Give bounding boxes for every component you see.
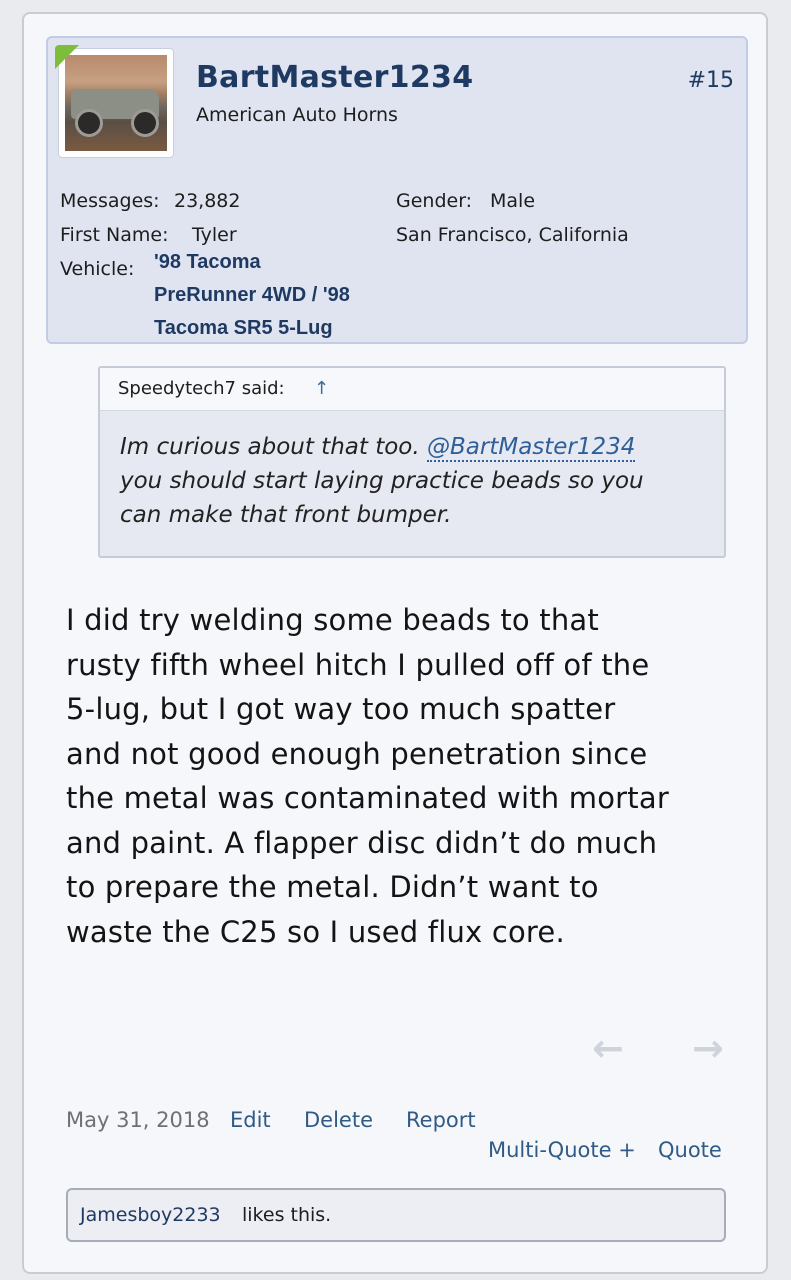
- avatar[interactable]: [55, 45, 174, 158]
- gender-label: Gender:: [396, 190, 473, 212]
- multi-quote-link[interactable]: Multi-Quote +: [488, 1138, 636, 1162]
- vehicle-line: Tacoma SR5 5-Lug: [154, 317, 333, 339]
- quote-text-start: Im curious about that too.: [120, 434, 427, 460]
- quote-line: can make that front bumper.: [120, 502, 452, 528]
- message-line: and not good enough penetration since: [66, 736, 648, 771]
- quote-line: you should start laying practice beads s…: [120, 468, 644, 494]
- vehicle-label: Vehicle:: [60, 258, 135, 280]
- message-line: to prepare the metal. Didn’t want to: [66, 870, 599, 904]
- message-line: and paint. A flapper disc didn’t do much: [66, 825, 658, 860]
- username[interactable]: BartMaster1234: [196, 60, 473, 95]
- user-title: American Auto Horns: [196, 104, 398, 126]
- jump-to-quoted-icon[interactable]: ↑: [314, 378, 329, 399]
- arrow-right-icon[interactable]: →: [692, 1026, 724, 1070]
- avatar-image: [65, 55, 167, 151]
- quote-block: Speedytech7 said: ↑ Im curious about tha…: [98, 366, 726, 558]
- location: San Francisco, California: [396, 224, 629, 246]
- messages-value: 23,882: [174, 190, 241, 212]
- vehicle-value: '98 Tacoma PreRunner 4WD / '98 Tacoma SR…: [154, 246, 404, 345]
- message-line: waste the C25 so I used flux core.: [66, 914, 565, 949]
- likes-summary: Jamesboy2233 likes this.: [66, 1188, 726, 1242]
- vehicle-line: '98 Tacoma: [154, 251, 261, 273]
- quote-author: Speedytech7 said:: [118, 378, 285, 399]
- liker-link[interactable]: Jamesboy2233: [80, 1204, 221, 1226]
- message-line: 5-lug, but I got way too much spatter: [66, 692, 616, 726]
- edit-link[interactable]: Edit: [230, 1108, 271, 1132]
- report-link[interactable]: Report: [406, 1108, 476, 1132]
- first-name-value: Tyler: [192, 224, 237, 246]
- messages-label: Messages:: [60, 190, 160, 212]
- quote-text: Im curious about that too. @BartMaster12…: [120, 430, 710, 532]
- post-number[interactable]: #15: [688, 68, 734, 93]
- message-line: the metal was contaminated with mortar: [66, 781, 669, 815]
- message-line: rusty fifth wheel hitch I pulled off of …: [66, 647, 650, 682]
- quote-header: Speedytech7 said: ↑: [100, 368, 724, 411]
- post-card: BartMaster1234 American Auto Horns #15 M…: [22, 12, 768, 1274]
- gender-value: Male: [490, 190, 536, 212]
- first-name-label: First Name:: [60, 224, 169, 246]
- message-body: I did try welding some beads to that rus…: [66, 598, 746, 954]
- user-info-box: BartMaster1234 American Auto Horns #15 M…: [46, 36, 748, 344]
- arrow-left-icon[interactable]: ←: [592, 1026, 624, 1070]
- post-date[interactable]: May 31, 2018: [66, 1108, 210, 1132]
- likes-text: likes this.: [242, 1204, 332, 1226]
- vehicle-line: PreRunner 4WD / '98: [154, 284, 350, 306]
- user-mention-link[interactable]: @BartMaster1234: [427, 434, 636, 462]
- delete-link[interactable]: Delete: [304, 1108, 373, 1132]
- quote-link[interactable]: Quote: [658, 1138, 722, 1162]
- message-line: I did try welding some beads to that: [66, 603, 599, 637]
